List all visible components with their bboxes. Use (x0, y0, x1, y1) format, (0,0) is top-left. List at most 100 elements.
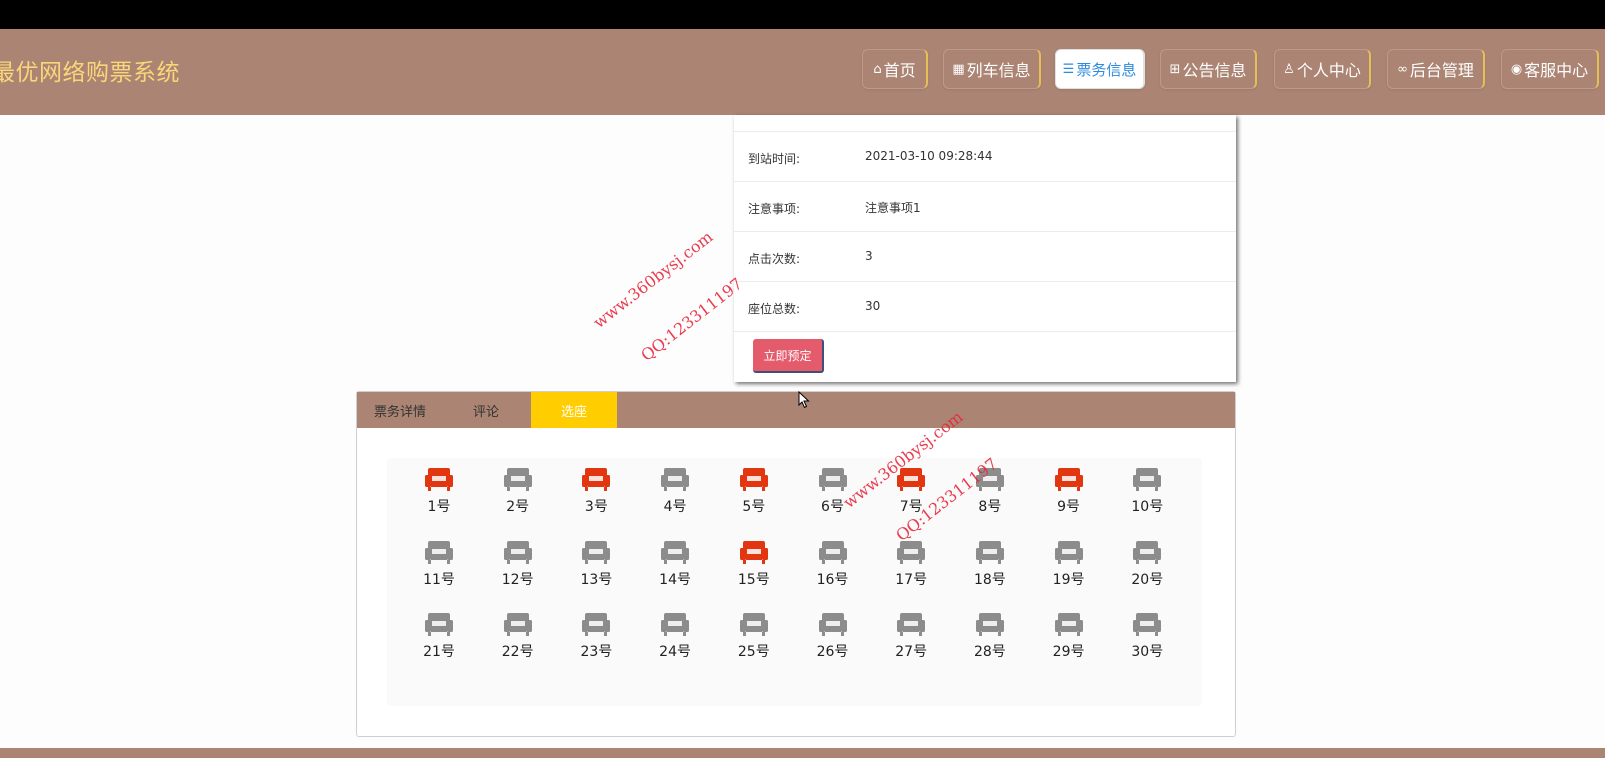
seat-number: 11号 (423, 571, 455, 588)
seat-number: 22号 (501, 644, 534, 660)
seat-icon (661, 613, 690, 636)
seat-10[interactable]: 10号 (1117, 466, 1177, 526)
seat-number: 13号 (580, 571, 613, 588)
nav-home-label: 首页 (883, 61, 916, 80)
seat-24[interactable]: 24号 (645, 611, 705, 671)
seat-number: 23号 (580, 644, 613, 660)
tab-seat-selection[interactable]: 选座 (531, 392, 617, 428)
seat-number: 18号 (973, 571, 1006, 588)
seat-icon (1133, 468, 1162, 491)
seat-number: 17号 (895, 571, 928, 588)
seat-18[interactable]: 18号 (960, 539, 1020, 599)
detail-value: 30 (865, 299, 881, 313)
site-header: 最优网络购票系统 ⌂ 首页 ▦ 列车信息 ☰ 票务信息 ⊞ 公告信息 ♙ 个人中… (0, 29, 1605, 115)
seat-icon (975, 540, 1004, 564)
nav-personal-center[interactable]: ♙ 个人中心 (1274, 49, 1371, 89)
seat-2[interactable]: 2号 (488, 466, 548, 526)
seat-5[interactable]: 5号 (724, 466, 784, 526)
seat-22[interactable]: 22号 (488, 611, 548, 671)
seat-icon (661, 540, 690, 564)
seat-icon (1054, 468, 1083, 491)
seat-number: 29号 (1052, 644, 1085, 660)
seat-number: 19号 (1052, 571, 1085, 588)
detail-label: 点击次数: (748, 252, 801, 266)
window-top-bar (0, 0, 1605, 29)
detail-value: 3 (865, 249, 873, 263)
seat-number: 24号 (659, 644, 691, 660)
ticket-detail-card: 到站时间: 2021-03-10 09:28:44 注意事项: 注意事项1 点击… (734, 115, 1236, 382)
detail-row-notes: 注意事项: 注意事项1 (734, 181, 1236, 232)
nav-notice-info[interactable]: ⊞ 公告信息 (1160, 49, 1257, 89)
seat-number: 1号 (427, 499, 451, 515)
seat-icon (739, 613, 768, 636)
seat-number: 4号 (663, 499, 687, 515)
seat-26[interactable]: 26号 (803, 611, 863, 671)
seat-13[interactable]: 13号 (566, 539, 626, 599)
seat-4[interactable]: 4号 (645, 466, 705, 526)
seat-icon (1054, 613, 1083, 636)
seat-number: 5号 (742, 499, 766, 515)
seat-icon (582, 540, 611, 564)
seat-number: 20号 (1131, 571, 1164, 588)
seat-number: 3号 (584, 499, 608, 515)
seat-number: 2号 (506, 499, 530, 515)
detail-label: 座位总数: (748, 302, 801, 316)
nav-customer-service[interactable]: ◉ 客服中心 (1501, 49, 1599, 89)
seat-icon (1054, 540, 1083, 564)
seat-20[interactable]: 20号 (1117, 539, 1177, 599)
seat-icon (582, 613, 611, 636)
nav-ticket-info[interactable]: ☰ 票务信息 (1055, 49, 1145, 89)
detail-row-seat-total: 座位总数: 30 (734, 281, 1236, 332)
seat-number: 25号 (737, 644, 770, 660)
seat-number: 8号 (978, 499, 1002, 515)
user-icon: ♙ (1283, 61, 1295, 77)
seat-17[interactable]: 17号 (881, 539, 941, 599)
seat-23[interactable]: 23号 (566, 611, 626, 671)
seat-number: 12号 (501, 571, 534, 588)
nav-personal-center-label: 个人中心 (1296, 61, 1361, 80)
detail-label: 到站时间: (748, 152, 801, 166)
seat-number: 9号 (1057, 499, 1081, 515)
reserve-button[interactable]: 立即预定 (753, 339, 824, 373)
seat-25[interactable]: 25号 (724, 611, 784, 671)
seat-12[interactable]: 12号 (488, 539, 548, 599)
tab-bar: 票务详情 评论 选座 (357, 392, 1235, 428)
seat-19[interactable]: 19号 (1039, 539, 1099, 599)
detail-value: 注意事项1 (865, 201, 921, 215)
nav-train-info[interactable]: ▦ 列车信息 (943, 49, 1041, 89)
seat-29[interactable]: 29号 (1039, 611, 1099, 671)
seat-27[interactable]: 27号 (881, 611, 941, 671)
seat-28[interactable]: 28号 (960, 611, 1020, 671)
seat-number: 15号 (737, 571, 770, 588)
seat-15[interactable]: 15号 (724, 539, 784, 599)
mouse-cursor-icon (798, 391, 810, 409)
seat-3[interactable]: 3号 (566, 466, 626, 526)
detail-row-clicks: 点击次数: 3 (734, 231, 1236, 282)
seat-icon (1133, 540, 1162, 564)
chat-icon: ◉ (1510, 61, 1523, 77)
site-title: 最优网络购票系统 (0, 60, 180, 86)
nav-home[interactable]: ⌂ 首页 (862, 49, 928, 89)
seat-number: 27号 (895, 644, 928, 660)
nav-train-info-label: 列车信息 (966, 61, 1031, 80)
nav-admin-label: 后台管理 (1409, 61, 1474, 80)
detail-value: 2021-03-10 09:28:44 (865, 149, 993, 163)
seat-number: 26号 (816, 644, 849, 660)
seat-icon (425, 540, 453, 564)
footer-strip (0, 748, 1605, 758)
seat-number: 30号 (1131, 644, 1164, 660)
seat-9[interactable]: 9号 (1039, 466, 1099, 526)
tab-comments[interactable]: 评论 (443, 392, 529, 428)
seat-1[interactable]: 1号 (409, 466, 469, 526)
seat-14[interactable]: 14号 (645, 539, 705, 599)
tab-ticket-details[interactable]: 票务详情 (357, 392, 443, 428)
seat-11[interactable]: 11号 (409, 539, 469, 599)
seat-icon (739, 468, 768, 491)
seat-number: 10号 (1131, 499, 1164, 515)
seat-icon (582, 468, 611, 491)
nav-admin[interactable]: ∞ 后台管理 (1387, 49, 1485, 89)
seat-30[interactable]: 30号 (1117, 611, 1177, 671)
seat-21[interactable]: 21号 (409, 611, 469, 671)
seat-16[interactable]: 16号 (803, 539, 863, 599)
nav-notice-info-label: 公告信息 (1182, 61, 1247, 80)
